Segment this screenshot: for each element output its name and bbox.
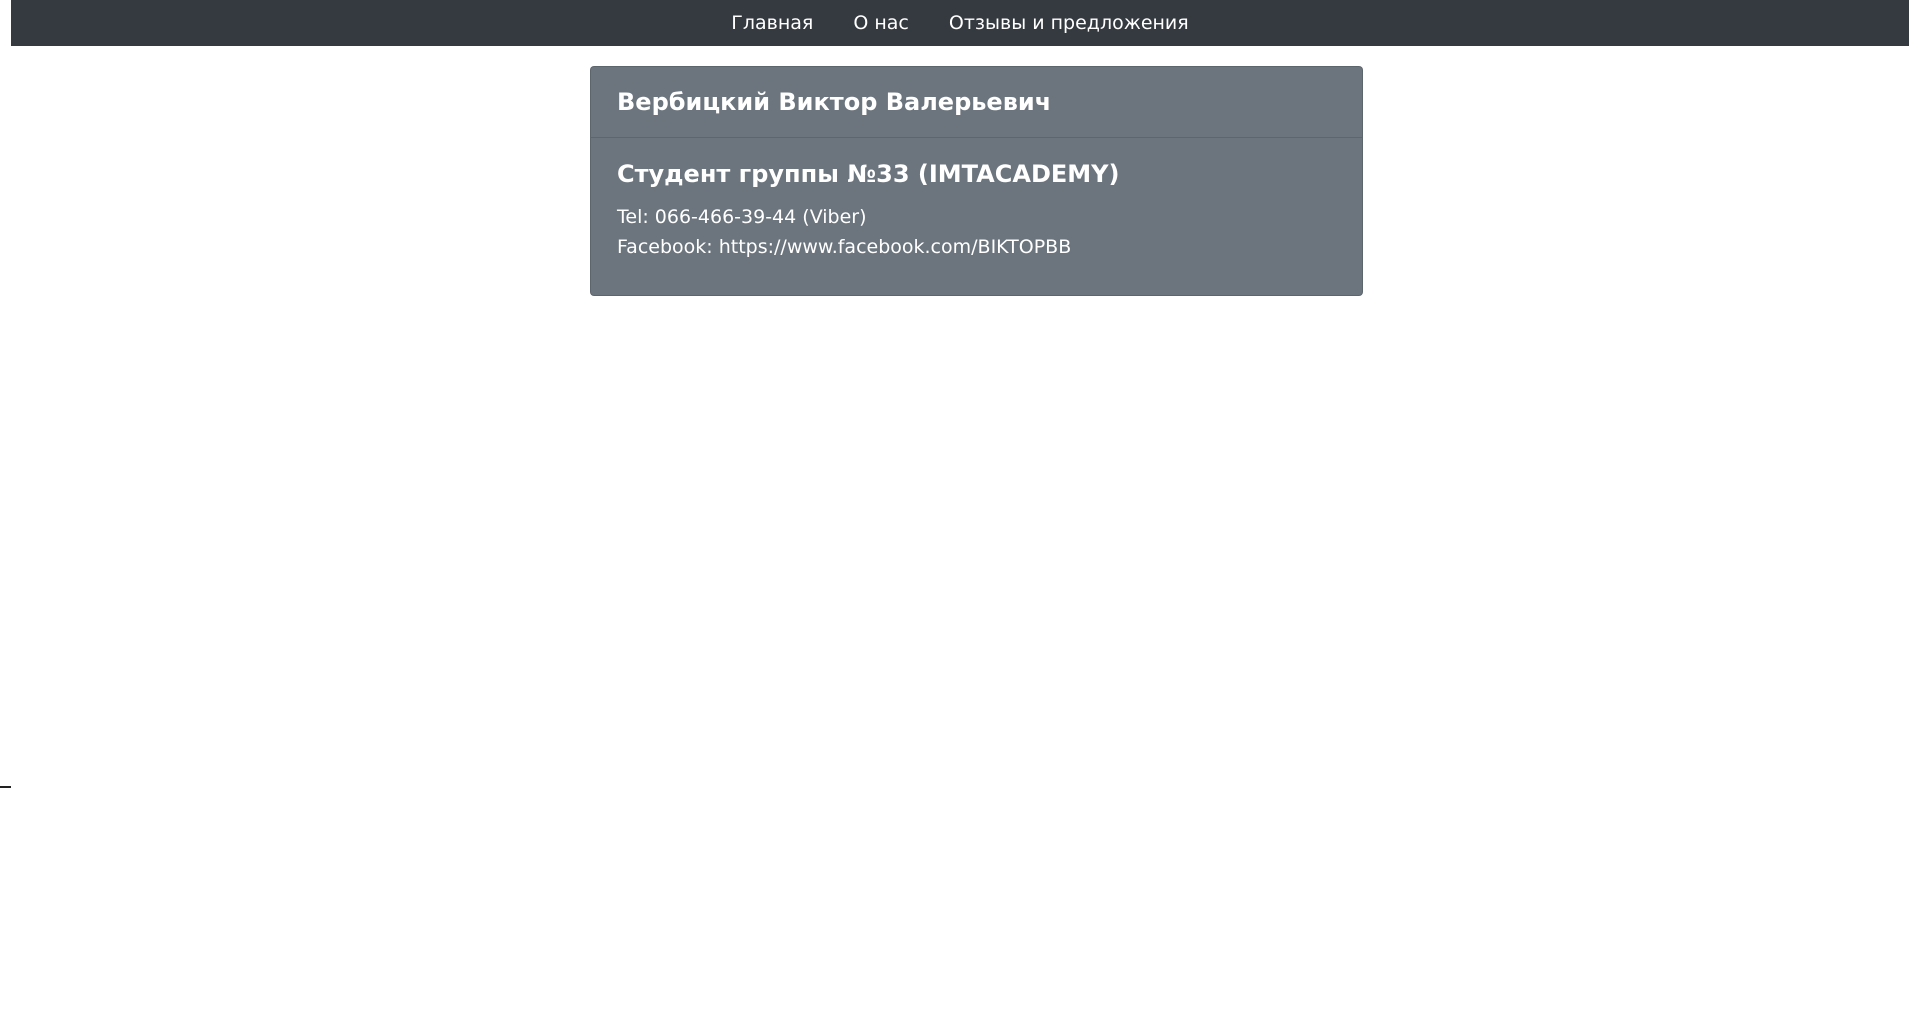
nav-link-about[interactable]: О нас xyxy=(833,12,929,34)
card-header: Вербицкий Виктор Валерьевич xyxy=(591,67,1362,138)
facebook-text: Facebook: https://www.facebook.com/BIKTO… xyxy=(617,236,1072,258)
profile-card: Вербицкий Виктор Валерьевич Студент груп… xyxy=(590,66,1363,296)
edge-dash xyxy=(0,786,11,788)
nav-item-home: Главная xyxy=(711,0,833,46)
nav-item-feedback: Отзывы и предложения xyxy=(929,0,1209,46)
card-body: Студент группы №33 (IMTACADEMY) Tel: 066… xyxy=(591,138,1362,262)
nav-link-home[interactable]: Главная xyxy=(711,12,833,34)
top-navbar: Главная О нас Отзывы и предложения xyxy=(11,0,1909,46)
nav-item-about: О нас xyxy=(833,0,929,46)
person-name: Вербицкий Виктор Валерьевич xyxy=(617,88,1052,116)
nav-list: Главная О нас Отзывы и предложения xyxy=(711,0,1208,46)
student-group: Студент группы №33 (IMTACADEMY) xyxy=(617,160,1120,188)
phone-text: Tel: 066-466-39-44 (Viber) xyxy=(617,206,867,228)
nav-link-feedback[interactable]: Отзывы и предложения xyxy=(929,12,1209,34)
